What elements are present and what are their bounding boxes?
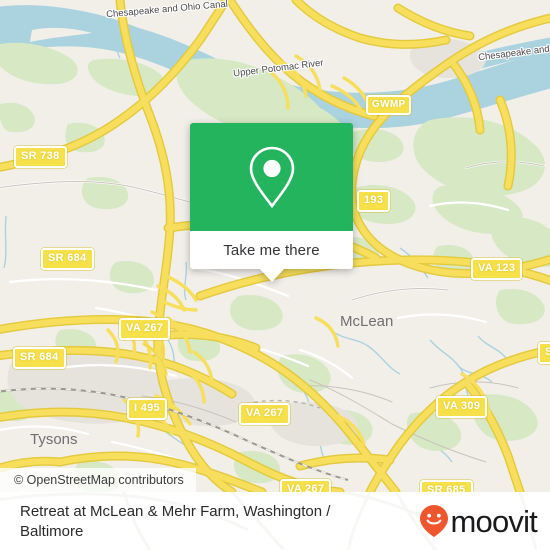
place-label-tysons: Tysons [30,431,78,448]
moovit-brand[interactable]: moovit [419,503,538,539]
road-shield: VA 267 [119,318,171,340]
road-shield: I 495 [127,398,167,420]
road-shield: SR 684 [13,347,66,369]
road-shield: SR 685 [420,480,473,492]
osm-attribution[interactable]: © OpenStreetMap contributors [0,468,196,492]
road-shield: S [538,342,550,364]
popup-footer[interactable]: Take me there [190,231,353,282]
popup-tail [258,268,285,282]
road-shield: VA 267 [239,403,291,425]
popup-header [190,123,353,231]
place-label-mclean: McLean [340,313,394,330]
map-popup-card[interactable]: Take me there [190,123,353,282]
footer-bar: Retreat at McLean & Mehr Farm, Washingto… [0,492,550,550]
moovit-pin-smiley-icon [420,505,449,537]
map-page: Chesapeake and Ohio Canal Chesapeake and… [0,0,550,550]
moovit-wordmark: moovit [450,503,537,539]
road-shield: SR 684 [41,248,94,270]
location-title: Retreat at McLean & Mehr Farm, Washingto… [20,502,331,540]
road-shield: VA 309 [436,396,488,418]
road-shield: VA 267 [280,479,332,492]
road-shield: VA 123 [471,258,523,280]
road-shield: SR 738 [14,146,67,168]
map-canvas[interactable]: Chesapeake and Ohio Canal Chesapeake and… [0,0,550,492]
map-pin-icon [249,146,294,209]
road-shield: 193 [357,190,391,212]
take-me-there-label: Take me there [223,241,320,259]
road-shield: GWMP [366,95,412,115]
